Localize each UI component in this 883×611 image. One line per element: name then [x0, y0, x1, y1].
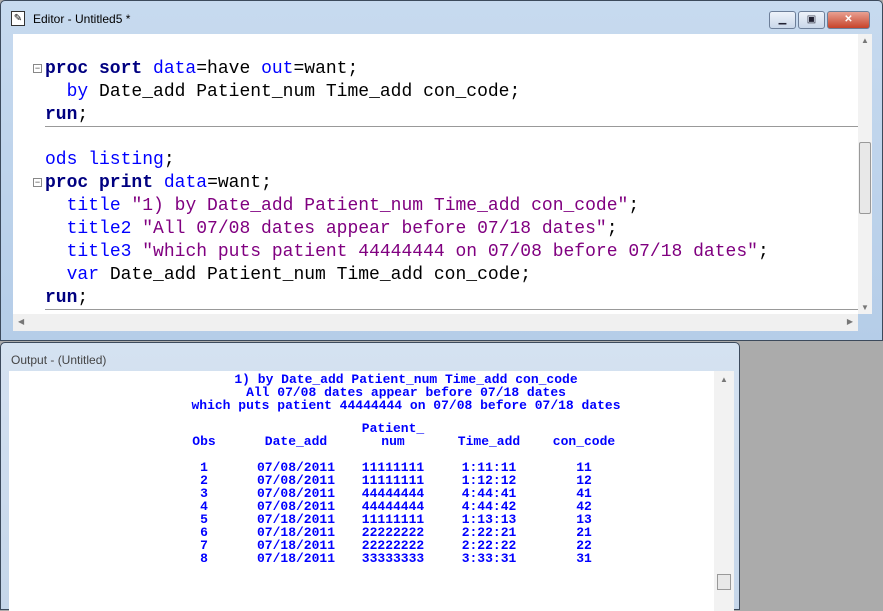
close-button[interactable]: ✕ — [827, 11, 870, 29]
table-cell: 31 — [576, 551, 592, 566]
editor-horizontal-scrollbar[interactable]: ◀ ▶ — [13, 314, 858, 331]
table-cell: 07/18/2011 — [256, 551, 336, 566]
code-token: "All 07/08 dates appear before 07/18 dat… — [142, 219, 607, 239]
code-token: proc print — [45, 173, 154, 193]
editor-app-icon: ✎ — [11, 11, 25, 26]
table-cell: 33333333 — [361, 551, 425, 566]
code-token: var — [66, 265, 100, 285]
output-title-line: which puts patient 44444444 on 07/08 bef… — [191, 398, 621, 413]
code-token: title — [66, 196, 121, 216]
scroll-down-icon[interactable]: ▼ — [861, 303, 869, 312]
code-token: data — [153, 59, 197, 79]
step-divider — [45, 126, 858, 127]
code-editor[interactable]: proc sort data=have out=want; by Date_ad… — [13, 34, 858, 314]
output-title: Output - (Untitled) — [11, 353, 107, 367]
editor-title: Editor - Untitled5 * — [33, 12, 131, 26]
code-token: data — [163, 173, 208, 193]
minimize-button[interactable]: ▁ — [769, 11, 796, 29]
code-token: ; — [77, 105, 89, 125]
code-token: =have — [196, 59, 262, 79]
code-token: ; — [757, 242, 769, 262]
scroll-right-icon[interactable]: ▶ — [847, 317, 853, 326]
maximize-button[interactable]: ▣ — [798, 11, 825, 29]
code-token: "1) by Date_add Patient_num Time_add con… — [131, 196, 629, 216]
code-line[interactable]: run; — [45, 287, 88, 310]
code-line[interactable]: ods listing; — [45, 149, 175, 172]
code-token: =want; — [207, 173, 272, 193]
column-header: Patient_ num — [361, 421, 425, 449]
editor-window: ✎ Editor - Untitled5 * ▁ ▣ ✕ proc sort d… — [0, 0, 883, 341]
column-header: Obs — [192, 434, 216, 449]
fold-icon[interactable]: − — [33, 64, 42, 73]
code-token: Date_add Patient_num Time_add con_code; — [88, 82, 521, 102]
code-line[interactable]: title3 "which puts patient 44444444 on 0… — [45, 241, 769, 264]
code-token: ; — [606, 219, 618, 239]
code-token: title2 — [66, 219, 132, 239]
fold-icon[interactable]: − — [33, 178, 42, 187]
column-header: Time_add — [457, 434, 521, 449]
code-line[interactable]: title "1) by Date_add Patient_num Time_a… — [45, 195, 640, 218]
code-token: title3 — [66, 242, 132, 262]
code-line[interactable]: run; — [45, 104, 88, 127]
code-token: by — [66, 82, 89, 102]
output-vertical-scrollbar[interactable]: ▲ — [714, 371, 734, 611]
table-cell: 3:33:31 — [461, 551, 517, 566]
code-token: run — [45, 288, 78, 308]
code-token: Date_add Patient_num Time_add con_code; — [99, 265, 532, 285]
column-header: con_code — [552, 434, 616, 449]
code-token: ods listing — [45, 150, 164, 170]
code-token: ; — [163, 150, 175, 170]
code-token: ; — [77, 288, 89, 308]
code-line[interactable]: proc print data=want; — [45, 172, 272, 195]
code-token: run — [45, 105, 78, 125]
table-cell: 8 — [200, 551, 208, 566]
code-token: out — [261, 59, 294, 79]
editor-vertical-scrollbar[interactable]: ▲ ▼ — [858, 34, 872, 314]
code-line[interactable]: proc sort data=have out=want; — [45, 58, 358, 81]
code-token: proc sort — [45, 59, 143, 79]
scroll-up-icon[interactable]: ▲ — [720, 375, 728, 384]
code-line[interactable]: var Date_add Patient_num Time_add con_co… — [45, 264, 531, 287]
code-token: ; — [628, 196, 640, 216]
scroll-up-icon[interactable]: ▲ — [861, 36, 869, 45]
scroll-left-icon[interactable]: ◀ — [18, 317, 24, 326]
code-token: =want; — [293, 59, 359, 79]
code-line[interactable]: by Date_add Patient_num Time_add con_cod… — [45, 81, 521, 104]
output-window: Output - (Untitled) 1) by Date_add Patie… — [0, 342, 740, 611]
scroll-thumb[interactable] — [717, 574, 731, 590]
output-listing: 1) by Date_add Patient_num Time_add con_… — [9, 371, 714, 611]
code-line[interactable]: title2 "All 07/08 dates appear before 07… — [45, 218, 618, 241]
scroll-thumb[interactable] — [859, 142, 871, 214]
column-header: Date_add — [264, 434, 328, 449]
step-divider — [45, 309, 858, 310]
code-token: "which puts patient 44444444 on 07/08 be… — [142, 242, 758, 262]
editor-titlebar[interactable]: ✎ Editor - Untitled5 * ▁ ▣ ✕ — [1, 1, 882, 33]
